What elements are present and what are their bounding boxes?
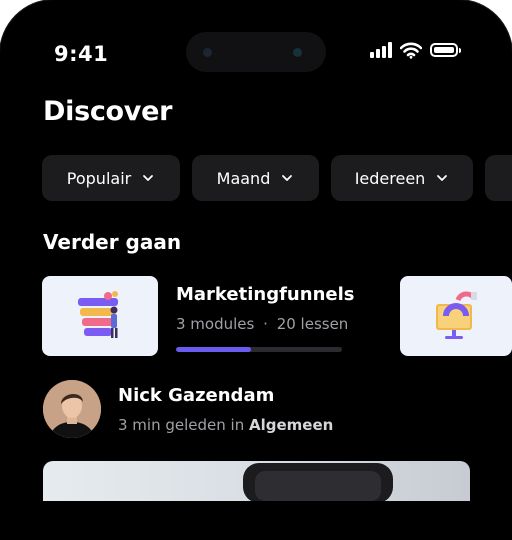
filter-populair[interactable]: Populair <box>42 155 180 201</box>
filter-bar: Populair Maand Iedereen <box>42 155 512 201</box>
filter-more[interactable] <box>485 155 512 201</box>
battery-icon <box>430 43 461 57</box>
dynamic-island <box>186 32 326 72</box>
phone-screen: 9:41 Discover Populair Maand Iedereen Ve… <box>0 0 512 540</box>
post-time: 3 min geleden in <box>118 416 245 434</box>
course-progress-fill <box>176 347 251 352</box>
camera-icon <box>293 48 302 57</box>
chevron-down-icon <box>282 175 293 181</box>
magnet-illustration <box>436 291 477 339</box>
course-thumbnail-next[interactable] <box>400 276 512 356</box>
status-time: 9:41 <box>54 42 109 66</box>
filter-label: Maand <box>216 168 271 188</box>
funnel-illustration <box>78 291 118 338</box>
filter-iedereen[interactable]: Iedereen <box>331 155 473 201</box>
course-progress-bar <box>176 347 342 352</box>
status-icons <box>370 41 461 59</box>
filter-maand[interactable]: Maand <box>192 155 319 201</box>
filter-label: Populair <box>66 168 132 188</box>
wifi-icon <box>400 42 422 59</box>
meta-separator: · <box>263 315 268 333</box>
course-meta: 3 modules · 20 lessen <box>176 315 348 333</box>
phone-photo <box>243 463 393 501</box>
person-illustration <box>43 380 101 438</box>
page-title: Discover <box>43 96 173 127</box>
post-channel[interactable]: Algemeen <box>249 416 333 434</box>
chevron-down-icon <box>143 175 154 181</box>
course-lessons: 20 lessen <box>276 315 349 333</box>
course-title[interactable]: Marketingfunnels <box>176 284 354 305</box>
section-title: Verder gaan <box>43 230 182 254</box>
post-author[interactable]: Nick Gazendam <box>118 385 274 406</box>
island-sensor <box>203 48 212 57</box>
course-thumbnail[interactable] <box>42 276 158 356</box>
filter-label: Iedereen <box>354 168 426 188</box>
chevron-down-icon <box>437 175 448 181</box>
post-meta: 3 min geleden in Algemeen <box>118 416 333 434</box>
course-modules: 3 modules <box>176 315 255 333</box>
post-image[interactable] <box>43 461 470 501</box>
avatar[interactable] <box>43 380 101 438</box>
signal-icon <box>370 42 392 58</box>
